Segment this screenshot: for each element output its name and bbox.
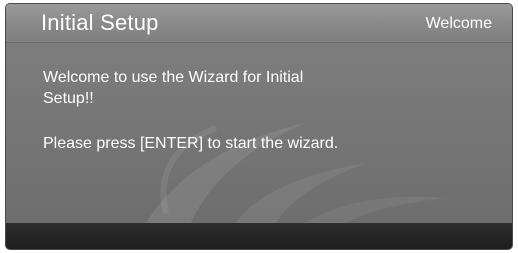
welcome-message: Welcome to use the Wizard for Initial Se… [43,69,304,107]
instruction-message: Please press [ENTER] to start the wizard… [43,135,339,152]
page-title: Initial Setup [41,10,159,35]
dialog-header: Initial Setup Welcome [6,4,512,43]
dialog-footer [6,223,512,249]
dialog-content: Welcome to use the Wizard for Initial Se… [6,43,512,223]
setup-dialog: Initial Setup Welcome Welcome to use the… [6,4,512,249]
step-label: Welcome [425,15,492,32]
